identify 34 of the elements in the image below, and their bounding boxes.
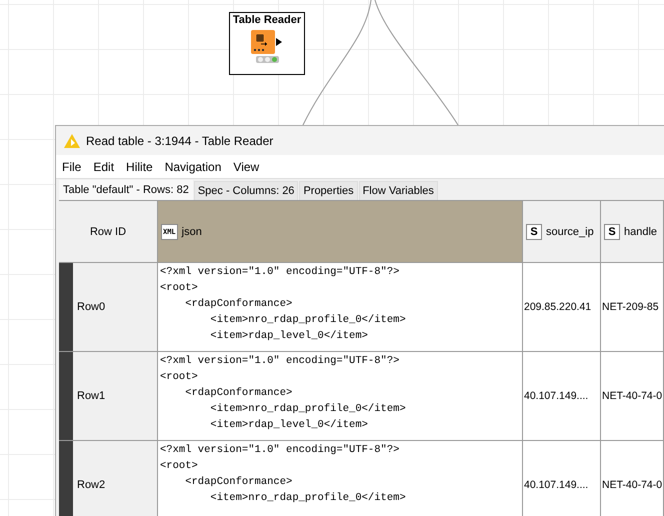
tab[interactable]: Flow Variables [358,181,438,200]
table-cell: NET-40-74-0 [601,352,664,441]
window-title: Read table - 3:1944 - Table Reader [86,134,274,148]
menu-item[interactable]: Edit [93,160,114,174]
table-cell: 209.85.220.41 [523,263,601,352]
xml-cell: <?xml version="1.0" encoding="UTF-8"?> <root> <rdapConformance> <item>nro_rdap_profile_0</item> <item>rdap_level_0</item> [158,352,523,441]
row-id-cell: Row2 [73,441,158,516]
menu-item[interactable]: Hilite [126,160,153,174]
table-cell: NET-209-85 [601,263,664,352]
column-type-icon: S [604,224,620,240]
xml-cell: <?xml version="1.0" encoding="UTF-8"?> <root> <rdapConformance> <item>nro_rdap_profile_0</item> <item>rdap_level_0</item> [158,263,523,352]
menu-item[interactable]: File [62,160,82,174]
table-cell: 40.107.149.... [523,352,601,441]
column-type-icon: S [526,224,542,240]
column-header[interactable]: S handle [601,201,664,263]
tab[interactable]: Spec - Columns: 26 [194,181,298,200]
column-header[interactable]: S source_ip [523,201,601,263]
table-cell: NET-40-74-0 [601,441,664,516]
menu-item[interactable]: View [233,160,260,174]
table-reader-node[interactable]: Table Reader [229,12,305,75]
row-id-cell: Row0 [73,263,158,352]
tab[interactable]: Table "default" - Rows: 82 [59,180,193,200]
column-name: source_ip [546,226,594,238]
xml-cell: <?xml version="1.0" encoding="UTF-8"?> <root> <rdapConformance> <item>nro_rdap_profile_0</item> [158,441,523,516]
column-name: handle [624,226,658,238]
table-cell: 40.107.149.... [523,441,601,516]
row-id-cell: Row1 [73,352,158,441]
tab[interactable]: Properties [299,181,358,200]
node-title: Table Reader [232,14,302,26]
column-name: json [182,226,202,238]
table-reader-icon [251,30,283,54]
menu-item[interactable]: Navigation [164,160,222,174]
warning-icon [64,134,80,148]
column-header[interactable]: Row ID [59,201,158,263]
